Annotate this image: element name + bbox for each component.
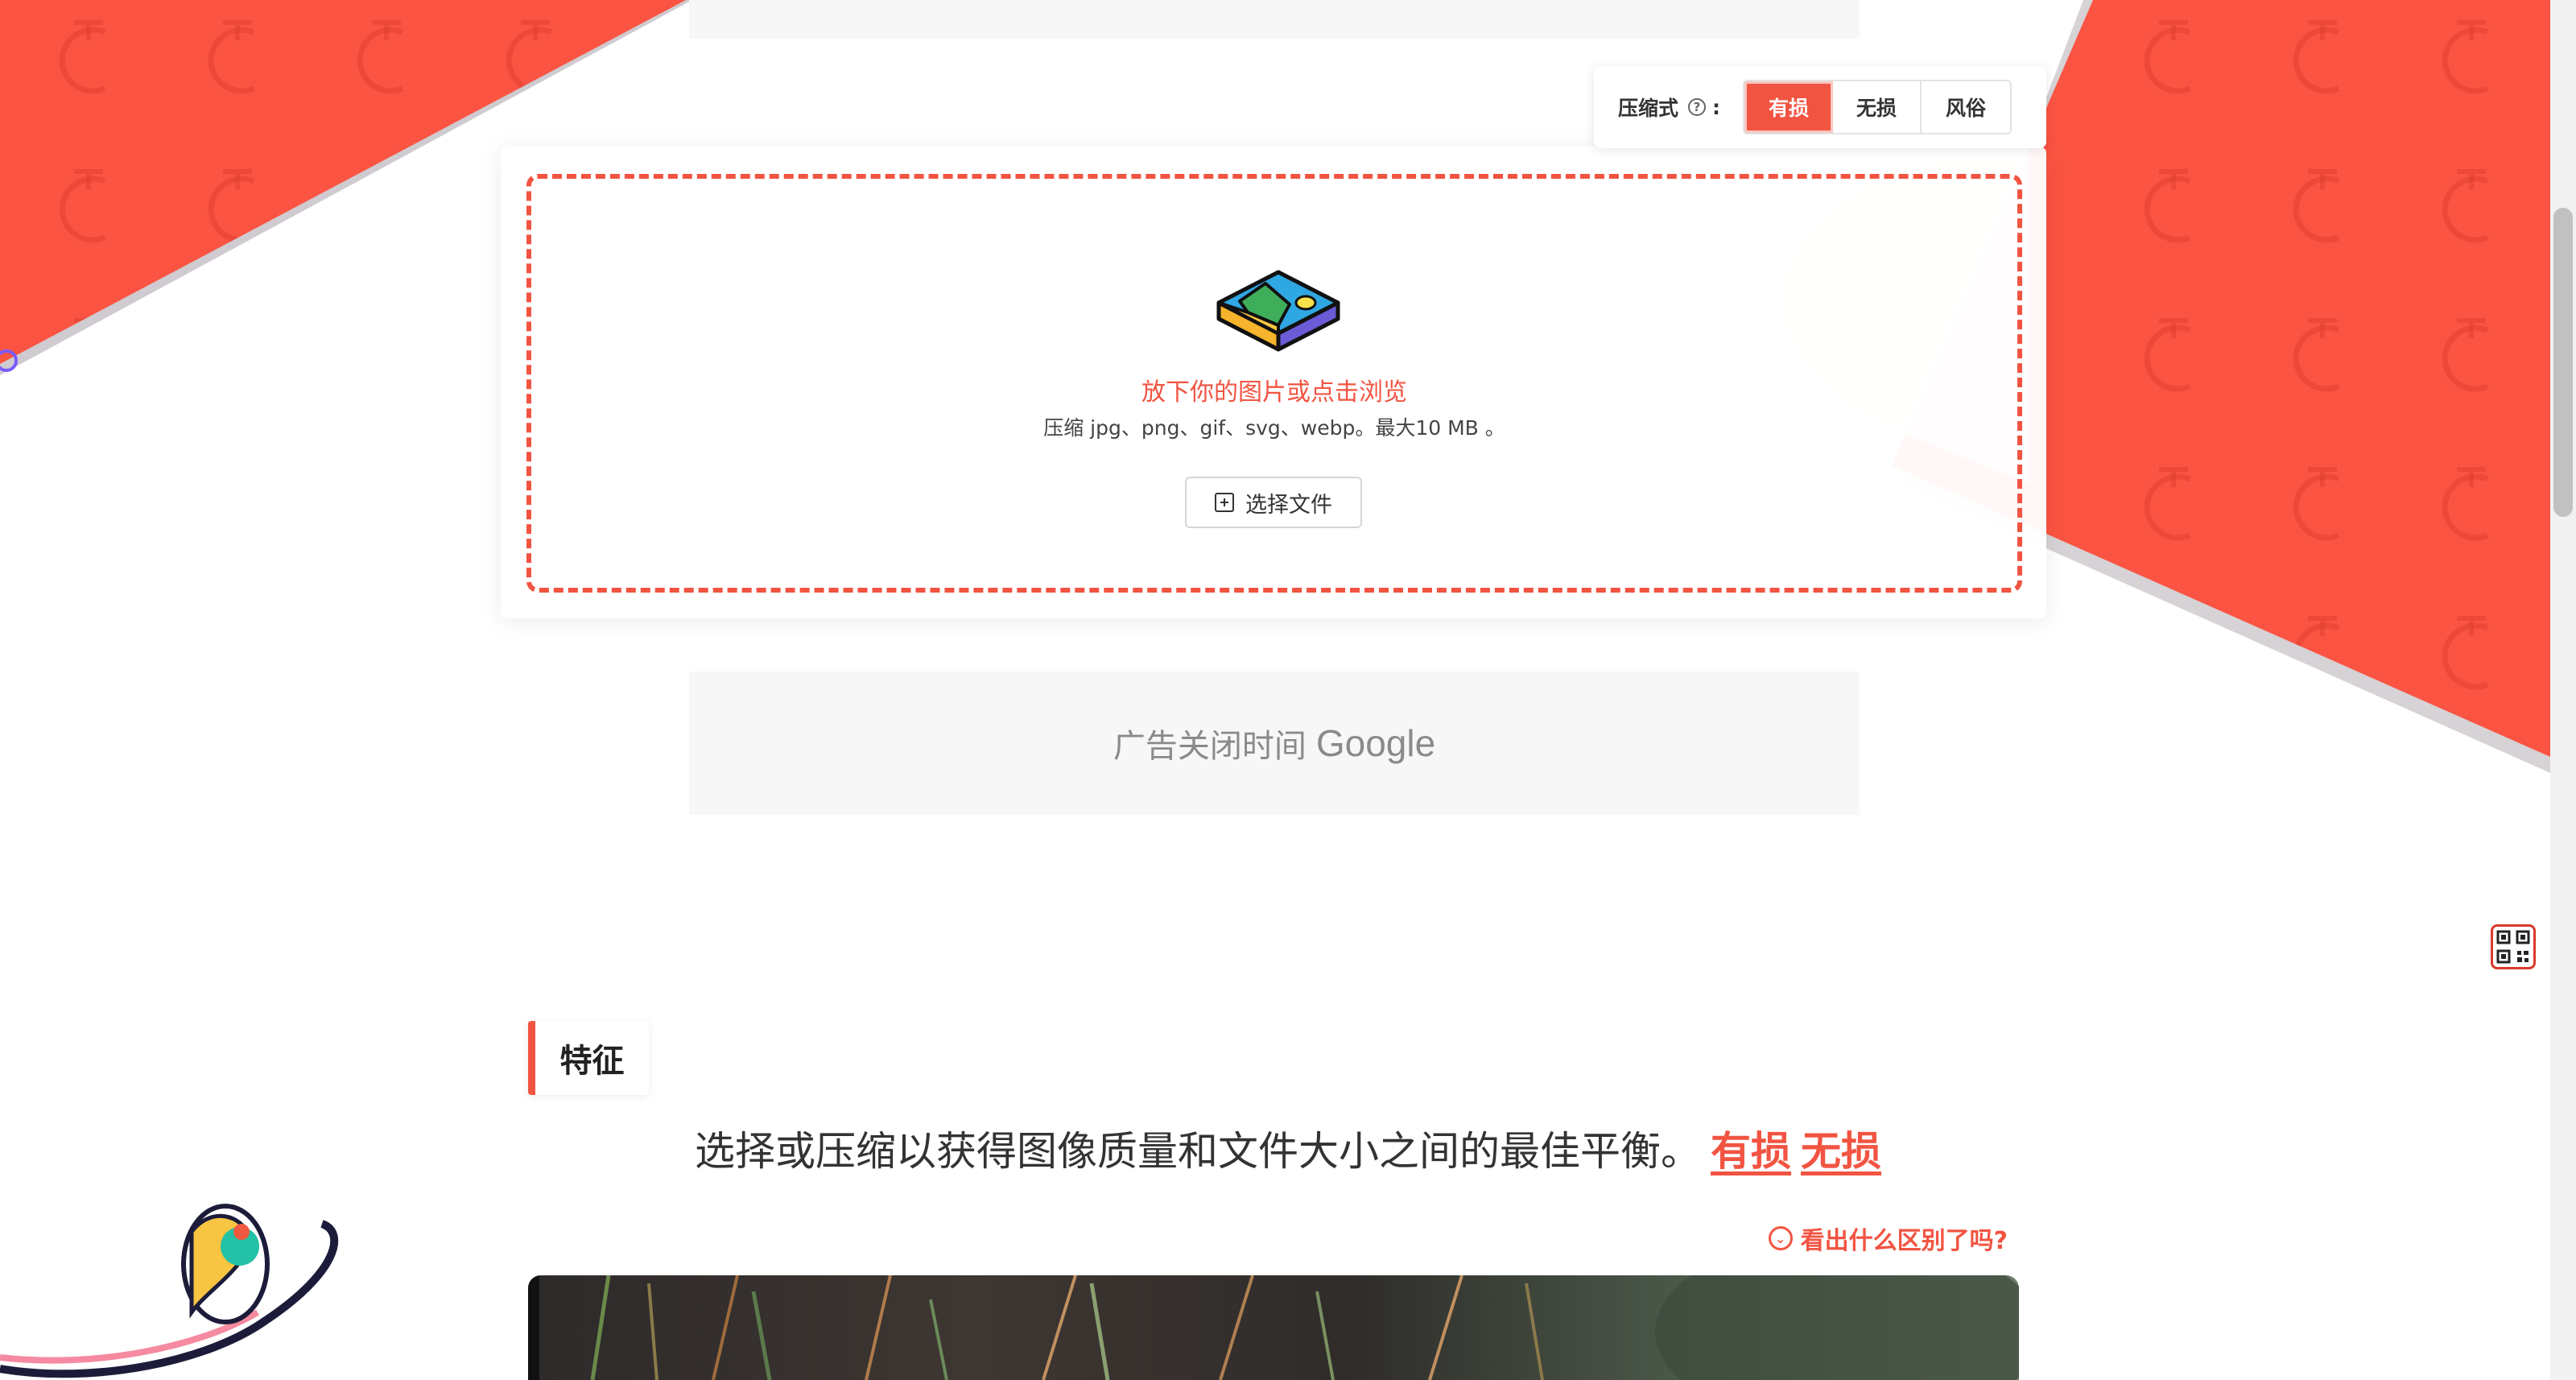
- compression-mode-toggle-group: 有损 无损 风俗: [1743, 80, 2013, 134]
- compression-mode-colon: :: [1712, 95, 1721, 119]
- lossless-link[interactable]: 无损: [1801, 1128, 1881, 1175]
- upload-card: 放下你的图片或点击浏览 压缩 jpg、png、gif、svg、webp。最大10…: [501, 147, 2046, 618]
- see-difference-label: 看出什么区别了吗?: [1800, 1227, 2008, 1255]
- mode-style-button[interactable]: 风俗: [1922, 81, 2011, 133]
- comparison-image-grass: [590, 1275, 2019, 1380]
- compression-mode-panel: 压缩式 ? : 有损 无损 风俗: [1594, 66, 2046, 148]
- comparison-image[interactable]: [528, 1275, 2019, 1380]
- ad-placeholder: 广告关闭时间 Google: [689, 671, 1860, 815]
- choose-file-button[interactable]: 选择文件: [1185, 477, 1362, 528]
- qr-code-icon[interactable]: [2491, 924, 2536, 969]
- ad-closed-text: 广告关闭时间: [1113, 728, 1307, 765]
- chevron-down-circle-icon: ⌄: [1768, 1226, 1793, 1250]
- plus-square-icon: [1215, 493, 1234, 512]
- qr-code-glyph: [2496, 930, 2530, 964]
- mode-lossy-button[interactable]: 有损: [1744, 81, 1834, 133]
- features-heading: 特征: [528, 1021, 649, 1095]
- lossy-link[interactable]: 有损: [1711, 1128, 1791, 1175]
- question-circle-icon[interactable]: ?: [1688, 98, 1707, 116]
- top-ad-strip: [689, 0, 1860, 39]
- image-file-icon: [1216, 270, 1340, 352]
- ad-brand-text: Google: [1315, 722, 1436, 764]
- page-scrollbar-thumb[interactable]: [2553, 208, 2573, 517]
- compression-mode-label: 压缩式: [1618, 97, 1679, 120]
- drop-zone-title: 放下你的图片或点击浏览: [1141, 378, 1407, 407]
- file-drop-zone[interactable]: 放下你的图片或点击浏览 压缩 jpg、png、gif、svg、webp。最大10…: [526, 174, 2022, 593]
- drop-zone-subtitle: 压缩 jpg、png、gif、svg、webp。最大10 MB 。: [1043, 416, 1505, 440]
- features-description: 选择或压缩以获得图像质量和文件大小之间的最佳平衡。: [695, 1128, 1701, 1175]
- choose-file-label: 选择文件: [1245, 492, 1332, 518]
- see-difference-link[interactable]: ⌄ 看出什么区别了吗?: [1768, 1221, 2008, 1256]
- comparison-image-edge: [528, 1275, 539, 1380]
- mode-lossless-button[interactable]: 无损: [1833, 81, 1922, 133]
- features-description-line: 选择或压缩以获得图像质量和文件大小之间的最佳平衡。 有损 无损: [0, 1119, 2576, 1177]
